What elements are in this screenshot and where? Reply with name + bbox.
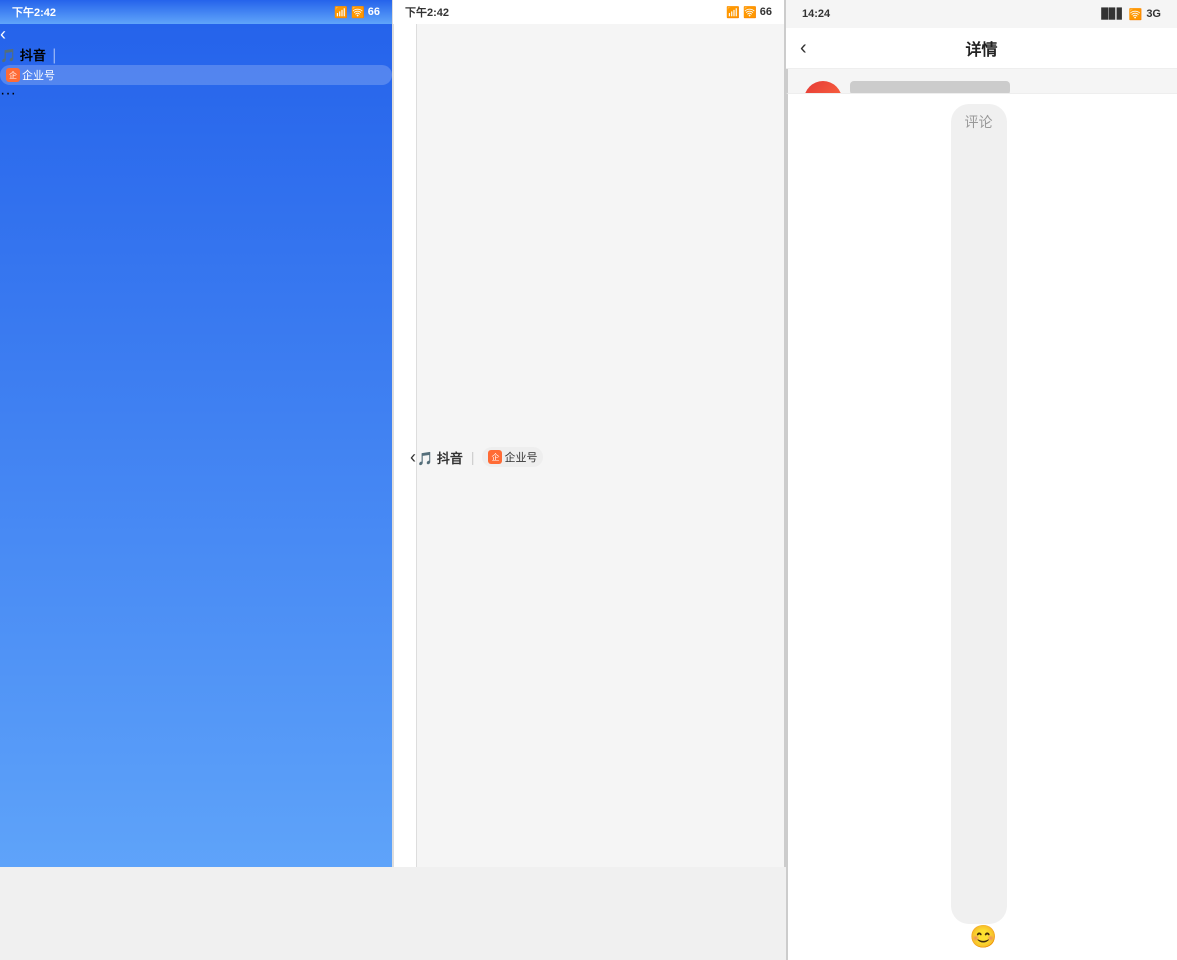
user-info-row: 新版企业号强制修改成老版企业 只要新版蓝v没提交最后一步 都可以转换为旧版本 新…	[804, 81, 1163, 93]
panel3-nav: ‹ 详情	[786, 28, 1177, 69]
panel2-status-time: 下午2:42	[405, 4, 449, 20]
user-text: 新版企业号强制修改成老版企业 只要新版蓝v没提交最后一步 都可以转换为旧版本 新…	[850, 81, 1163, 93]
panel2-new-version: 下午2:42 📶 🛜 66 ‹ 🎵 抖音 | 企 企业号 🎧 客服 做经营先认证…	[392, 0, 784, 867]
battery-label: 3G	[1146, 8, 1161, 20]
wifi-icon: 🛜	[351, 6, 365, 19]
comment-bar: 评论 😊	[786, 93, 1177, 960]
panel3-status-icons: ▉▊▋ 🛜 3G	[1102, 8, 1161, 21]
enterprise-icon: 企	[6, 68, 20, 82]
panel2-nav: ‹ 🎵 抖音 | 企 企业号 🎧 客服	[393, 24, 784, 867]
panel1-status-time: 下午2:42	[12, 4, 56, 20]
panel2-status-bar: 下午2:42 📶 🛜 66	[393, 0, 784, 24]
enterprise-icon: 企	[488, 450, 502, 464]
panel2-status-icons: 📶 🛜 66	[726, 6, 772, 19]
emoji-button[interactable]: 😊	[970, 924, 997, 950]
panel3-nav-title: 详情	[802, 36, 1161, 60]
panel3-back-button[interactable]: ‹	[800, 37, 807, 60]
signal-icon: 📶	[726, 6, 740, 19]
panel2-nav-title: 🎵 抖音 | 企 企业号	[416, 24, 784, 868]
panel1-nav-dots[interactable]: ···	[0, 85, 16, 102]
panel1-nav: ‹ 🎵 抖音 | 企 企业号 ···	[0, 24, 392, 867]
enterprise-badge: 企 企业号	[0, 65, 392, 85]
panel2-enterprise-badge: 企 企业号	[482, 447, 543, 467]
panel3-status-bar: 14:24 ▉▊▋ 🛜 3G	[786, 0, 1177, 28]
tiktok-logo: 🎵 抖音	[0, 48, 46, 63]
panel1-status-icons: 📶 🛜 66	[334, 6, 380, 19]
wifi-icon: 🛜	[1129, 8, 1143, 21]
battery-icon: 66	[368, 6, 380, 18]
panel3-detail-content: 新版企业号强制修改成老版企业 只要新版蓝v没提交最后一步 都可以转换为旧版本 新…	[786, 69, 1177, 93]
wifi-icon: 🛜	[743, 6, 757, 19]
panel3-detail: 14:24 ▉▊▋ 🛜 3G ‹ 详情 新版企业号强制修改成老版企业 只要新版蓝…	[784, 0, 1177, 867]
user-avatar	[804, 81, 842, 93]
panel1-old-version: 下午2:42 📶 🛜 66 ‹ 🎵 抖音 | 企 企业号 ··· 在抖音企业号 …	[0, 0, 392, 867]
comment-input[interactable]: 评论	[951, 104, 1007, 924]
user-name-blurred	[850, 81, 1010, 93]
signal-bars-icon: ▉▊▋	[1102, 9, 1125, 20]
battery-icon: 66	[760, 6, 772, 18]
panel3-status-time: 14:24	[802, 8, 830, 20]
signal-icon: 📶	[334, 6, 348, 19]
panel1-nav-title: 🎵 抖音 | 企 企业号	[0, 45, 392, 85]
panel1-status-bar: 下午2:42 📶 🛜 66	[0, 0, 392, 24]
panel1-back-button[interactable]: ‹	[0, 24, 6, 44]
